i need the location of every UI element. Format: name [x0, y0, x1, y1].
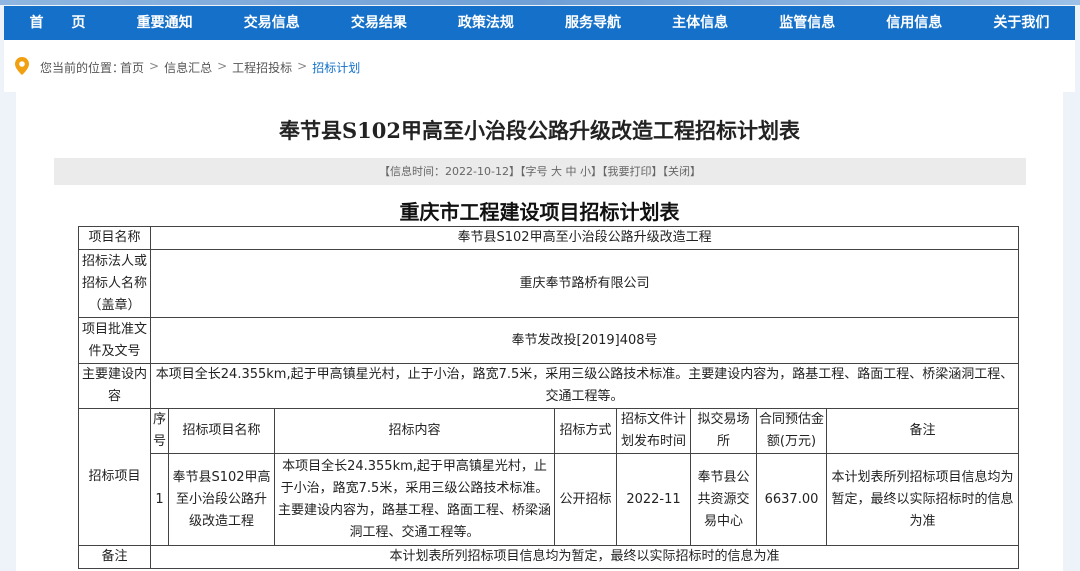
- bid-item-remark: 本计划表所列招标项目信息均为暂定，最终以实际招标时的信息为准: [825, 453, 1020, 546]
- top-banner-strip: [0, 0, 1080, 5]
- nav-item-trade-results[interactable]: 交易结果: [325, 6, 432, 40]
- table-row: 项目名称 奉节县S102甲高至小治段公路升级改造工程: [78, 226, 1020, 250]
- remark-label: 备注: [78, 545, 151, 569]
- column-header: 备注: [825, 408, 1020, 454]
- bid-publish-time: 2022-11: [616, 453, 691, 546]
- column-header: 招标文件计划发布时间: [616, 408, 691, 454]
- breadcrumb-separator: >: [297, 59, 308, 73]
- breadcrumb: 首页 > 信息汇总 > 工程招投标 > 招标计划: [120, 59, 360, 76]
- font-large-button[interactable]: 大: [551, 165, 562, 178]
- close-button[interactable]: 【关闭】: [662, 165, 701, 178]
- contract-amount: 6637.00: [756, 453, 827, 546]
- bid-item-name: 奉节县S102甲高至小治段公路升级改造工程: [168, 453, 275, 546]
- main-nav: 首 页 重要通知 交易信息 交易结果 政策法规 服务导航 主体信息 监管信息 信…: [4, 6, 1075, 40]
- approval-label: 项目批准文件及文号: [78, 317, 151, 364]
- nav-item-policies[interactable]: 政策法规: [432, 6, 539, 40]
- location-pin-icon: [15, 57, 29, 75]
- breadcrumb-home[interactable]: 首页: [120, 59, 144, 76]
- nav-item-home[interactable]: 首 页: [4, 6, 111, 40]
- column-header: 拟交易场所: [690, 408, 757, 454]
- column-header: 序号: [150, 408, 169, 454]
- breadcrumb-bar: 您当前的位置： 首页 > 信息汇总 > 工程招投标 > 招标计划: [4, 40, 1075, 92]
- print-button[interactable]: 【我要打印】: [602, 165, 663, 178]
- column-header: 招标项目名称: [168, 408, 275, 454]
- nav-item-about-us[interactable]: 关于我们: [968, 6, 1075, 40]
- approval-value: 奉节发改投[2019]408号: [149, 317, 1020, 364]
- table-row: 招标法人或招标人名称（盖章） 重庆奉节路桥有限公司: [78, 249, 1020, 318]
- breadcrumb-info-summary[interactable]: 信息汇总: [164, 59, 212, 76]
- nav-item-service-guide[interactable]: 服务导航: [539, 6, 646, 40]
- table-row: 1 奉节县S102甲高至小治段公路升级改造工程 本项目全长24.355km,起于…: [79, 453, 1020, 546]
- nav-item-supervision[interactable]: 监管信息: [754, 6, 861, 40]
- scope-label: 主要建设内容: [78, 363, 151, 409]
- breadcrumb-engineering-bidding[interactable]: 工程招投标: [232, 59, 292, 76]
- font-size-label: 【字号: [519, 165, 548, 178]
- breadcrumb-separator: >: [217, 59, 228, 73]
- table-row: 主要建设内容 本项目全长24.355km,起于甲高镇星光村，止于小治，路宽7.5…: [78, 363, 1020, 409]
- table-row: 备注 本计划表所列招标项目信息均为暂定，最终以实际招标时的信息为准: [78, 545, 1020, 569]
- project-name-label: 项目名称: [78, 226, 151, 250]
- plan-table-title: 重庆市工程建设项目招标计划表: [399, 200, 680, 224]
- remark-value: 本计划表所列招标项目信息均为暂定，最终以实际招标时的信息为准: [149, 545, 1020, 569]
- article-title: 奉节县S102甲高至小治段公路升级改造工程招标计划表: [279, 118, 800, 143]
- tenderer-value: 重庆奉节路桥有限公司: [149, 249, 1020, 318]
- nav-item-entity-info[interactable]: 主体信息: [647, 6, 754, 40]
- article-info-bar: 【信息时间：2022-10-12】【字号 大 中 小】【我要打印】【关闭】: [54, 158, 1026, 185]
- table-header-row: 招标项目 序号 招标项目名称 招标内容 招标方式 招标文件计划发布时间 拟交易场…: [78, 408, 1020, 546]
- trade-place: 奉节县公共资源交易中心: [690, 453, 757, 546]
- font-medium-button[interactable]: 中: [565, 165, 576, 178]
- bid-method: 公开招标: [554, 453, 617, 546]
- tenderer-label: 招标法人或招标人名称（盖章）: [78, 249, 151, 318]
- font-small-button[interactable]: 小】: [580, 165, 602, 178]
- row-number: 1: [150, 453, 169, 546]
- info-time: 【信息时间：2022-10-12】: [379, 165, 520, 178]
- nav-item-trade-info[interactable]: 交易信息: [218, 6, 325, 40]
- column-header: 招标内容: [274, 408, 555, 454]
- bid-items-label: 招标项目: [78, 408, 151, 546]
- nav-item-credit-info[interactable]: 信用信息: [861, 6, 968, 40]
- breadcrumb-label: 您当前的位置：: [40, 61, 125, 75]
- column-header: 招标方式: [554, 408, 617, 454]
- table-row: 项目批准文件及文号 奉节发改投[2019]408号: [78, 317, 1020, 364]
- article-container: 奉节县S102甲高至小治段公路升级改造工程招标计划表 【信息时间：2022-10…: [16, 92, 1063, 571]
- column-header: 合同预估金额(万元): [756, 408, 827, 454]
- breadcrumb-separator: >: [149, 59, 160, 73]
- bid-item-content: 本项目全长24.355km,起于甲高镇星光村，止于小治，路宽7.5米，采用三级公…: [274, 453, 555, 546]
- scope-value: 本项目全长24.355km,起于甲高镇星光村，止于小治，路宽7.5米，采用三级公…: [149, 363, 1020, 409]
- project-name-value: 奉节县S102甲高至小治段公路升级改造工程: [149, 226, 1020, 250]
- breadcrumb-bid-plan[interactable]: 招标计划: [312, 59, 360, 76]
- bid-plan-table: 项目名称 奉节县S102甲高至小治段公路升级改造工程 招标法人或招标人名称（盖章…: [78, 226, 1020, 569]
- nav-item-notices[interactable]: 重要通知: [111, 6, 218, 40]
